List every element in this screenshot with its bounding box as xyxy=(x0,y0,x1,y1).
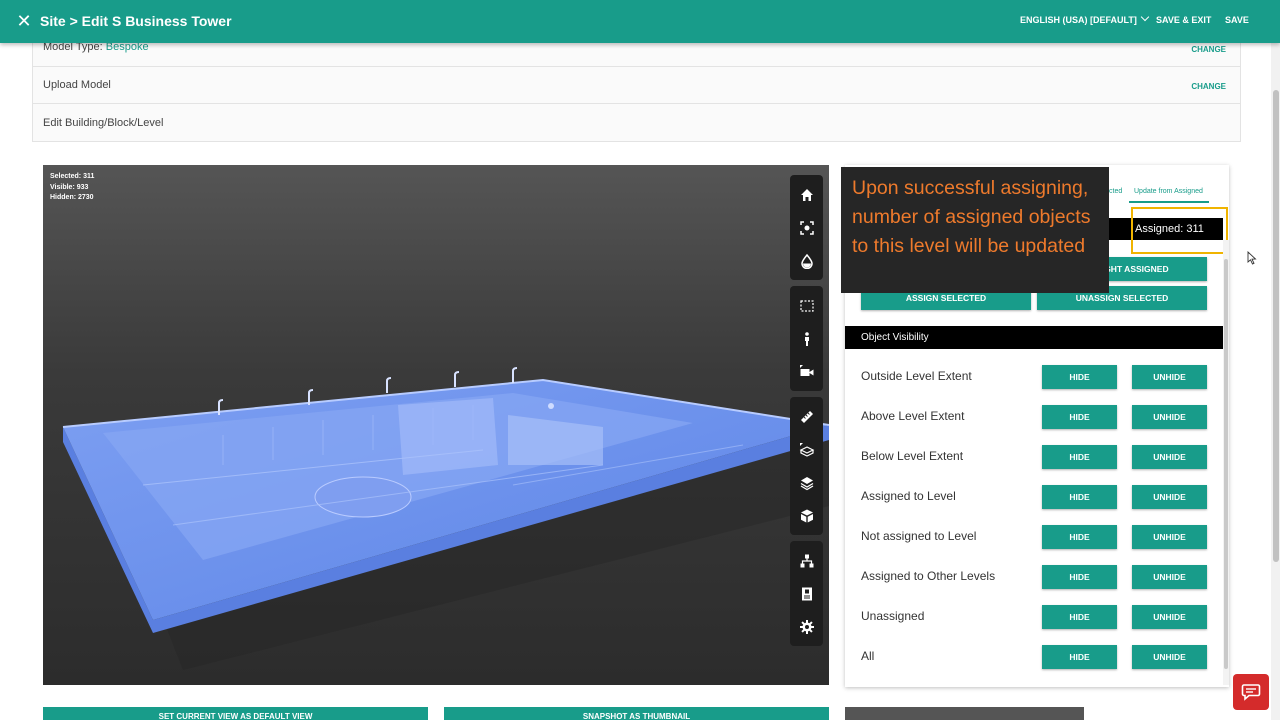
visibility-label-assigned-to-level: Assigned to Level xyxy=(861,489,956,503)
close-icon[interactable]: ✕ xyxy=(14,10,34,32)
model-viewer[interactable]: Selected: 311 Visible: 933 Hidden: 2730 xyxy=(43,165,829,685)
toolbar-group-analysis xyxy=(790,397,823,535)
visibility-label-unassigned: Unassigned xyxy=(861,609,925,623)
toolbar-group-tools xyxy=(790,286,823,391)
hide-outside-level-extent-button[interactable]: HIDE xyxy=(1042,365,1117,389)
visibility-label-not-assigned-to-level: Not assigned to Level xyxy=(861,529,977,543)
language-label: ENGLISH (USA) [DEFAULT] xyxy=(1020,15,1137,25)
hide-above-level-extent-button[interactable]: HIDE xyxy=(1042,405,1117,429)
page-title: Site > Edit S Business Tower xyxy=(40,13,232,29)
layers-icon[interactable] xyxy=(790,466,823,499)
unhide-above-level-extent-button[interactable]: UNHIDE xyxy=(1132,405,1207,429)
visibility-label-above-level-extent: Above Level Extent xyxy=(861,409,965,423)
set-default-view-button[interactable]: SET CURRENT VIEW AS DEFAULT VIEW xyxy=(43,707,428,720)
highlight-box xyxy=(1131,207,1228,254)
save-exit-button[interactable]: SAVE & EXIT xyxy=(1156,15,1211,25)
hide-unassigned-button[interactable]: HIDE xyxy=(1042,605,1117,629)
language-selector[interactable]: ENGLISH (USA) [DEFAULT] xyxy=(1020,12,1150,25)
chat-support-button[interactable] xyxy=(1233,674,1269,710)
page-scrollbar-thumb[interactable] xyxy=(1273,90,1279,562)
model-browser-icon[interactable] xyxy=(790,244,823,277)
edit-level-label: Edit Building/Block/Level xyxy=(43,117,164,129)
annotation-callout: Upon successful assigning, number of ass… xyxy=(841,167,1109,293)
toolbar-group-navigation xyxy=(790,175,823,280)
hide-assigned-to-level-button[interactable]: HIDE xyxy=(1042,485,1117,509)
upload-model-label: Upload Model xyxy=(43,79,111,91)
mouse-cursor-icon xyxy=(1247,251,1257,265)
active-tab-indicator xyxy=(1129,201,1209,203)
change-upload-model-button[interactable]: CHANGE xyxy=(1191,82,1226,91)
building-model[interactable] xyxy=(43,165,829,685)
viewer-stats: Selected: 311 Visible: 933 Hidden: 2730 xyxy=(50,172,94,204)
hide-not-assigned-to-level-button[interactable]: HIDE xyxy=(1042,525,1117,549)
hide-assigned-to-other-levels-button[interactable]: HIDE xyxy=(1042,565,1117,589)
upload-model-row: Upload Model CHANGE xyxy=(33,67,1240,104)
top-bar: ✕ Site > Edit S Business Tower ENGLISH (… xyxy=(0,0,1280,43)
save-button[interactable]: SAVE xyxy=(1225,15,1249,25)
fit-view-icon[interactable] xyxy=(790,211,823,244)
change-model-type-button[interactable]: CHANGE xyxy=(1191,45,1226,54)
home-icon[interactable] xyxy=(790,178,823,211)
chevron-down-icon xyxy=(1140,12,1150,22)
visibility-label-below-level-extent: Below Level Extent xyxy=(861,449,964,463)
selected-count: Selected: 311 xyxy=(50,173,95,180)
hide-below-level-extent-button[interactable]: HIDE xyxy=(1042,445,1117,469)
unhide-unassigned-button[interactable]: UNHIDE xyxy=(1132,605,1207,629)
section-box-icon[interactable] xyxy=(790,289,823,322)
settings-icon[interactable] xyxy=(790,610,823,643)
explode-icon[interactable] xyxy=(790,433,823,466)
toolbar-group-settings xyxy=(790,541,823,646)
unhide-not-assigned-to-level-button[interactable]: UNHIDE xyxy=(1132,525,1207,549)
unhide-assigned-to-level-button[interactable]: UNHIDE xyxy=(1132,485,1207,509)
camera-icon[interactable] xyxy=(790,355,823,388)
unhide-all-button[interactable]: UNHIDE xyxy=(1132,645,1207,669)
snapshot-thumbnail-button[interactable]: SNAPSHOT AS THUMBNAIL xyxy=(444,707,829,720)
chat-icon xyxy=(1241,684,1261,701)
first-person-icon[interactable] xyxy=(790,322,823,355)
tab-update-from-selected[interactable]: cted xyxy=(1109,188,1122,195)
lower-panel-header xyxy=(845,707,1084,720)
properties-icon[interactable] xyxy=(790,577,823,610)
callout-text: Upon successful assigning, number of ass… xyxy=(852,177,1091,257)
model-settings: Model Type: Bespoke CHANGE Upload Model … xyxy=(32,30,1241,142)
unhide-outside-level-extent-button[interactable]: UNHIDE xyxy=(1132,365,1207,389)
visibility-label-outside-level-extent: Outside Level Extent xyxy=(861,369,972,383)
structure-tree-icon[interactable] xyxy=(790,544,823,577)
tab-update-from-assigned[interactable]: Update from Assigned xyxy=(1134,188,1203,195)
edit-level-row[interactable]: Edit Building/Block/Level xyxy=(33,104,1240,141)
unhide-below-level-extent-button[interactable]: UNHIDE xyxy=(1132,445,1207,469)
visibility-label-all: All xyxy=(861,649,875,663)
visible-count: Visible: 933 xyxy=(50,183,89,191)
object-visibility-header: Object Visibility xyxy=(845,326,1223,349)
box-icon[interactable] xyxy=(790,499,823,532)
viewer-toolbar xyxy=(790,175,823,652)
hidden-count: Hidden: 2730 xyxy=(50,194,94,201)
hide-all-button[interactable]: HIDE xyxy=(1042,645,1117,669)
unhide-assigned-to-other-levels-button[interactable]: UNHIDE xyxy=(1132,565,1207,589)
measure-icon[interactable] xyxy=(790,400,823,433)
panel-scrollbar-thumb[interactable] xyxy=(1224,259,1228,669)
visibility-label-assigned-to-other-levels: Assigned to Other Levels xyxy=(861,569,996,583)
